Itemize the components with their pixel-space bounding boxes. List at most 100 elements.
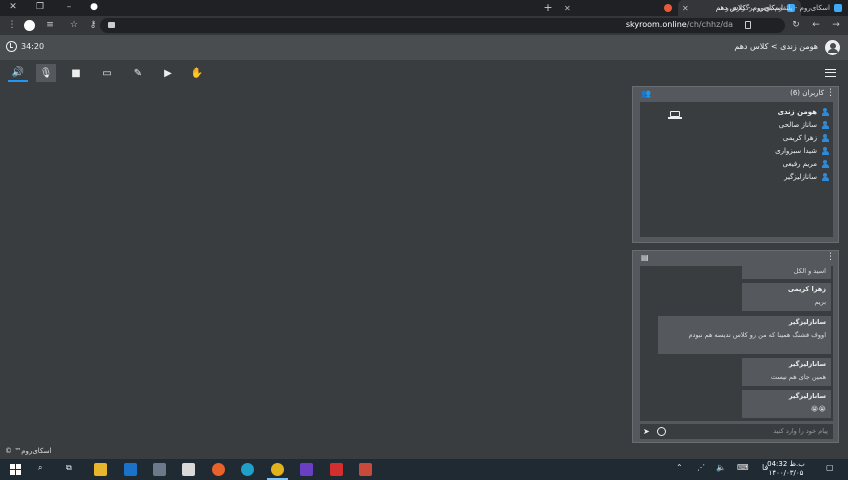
notifications-icon[interactable]: ▢: [826, 463, 834, 472]
user-name: هومن زندی: [777, 107, 817, 116]
speaker-button[interactable]: 🔊: [8, 64, 28, 82]
menu-kebab-icon[interactable]: ⋮: [6, 19, 18, 31]
camera-button[interactable]: ■: [66, 64, 86, 82]
forward-icon[interactable]: ←: [810, 19, 822, 31]
news-app-icon[interactable]: [330, 463, 343, 476]
chrome-icon[interactable]: [267, 463, 288, 480]
new-tab-button[interactable]: +: [541, 1, 555, 14]
user-avatar-icon[interactable]: [825, 40, 840, 55]
user-icon: [821, 172, 829, 181]
panel-menu-icon[interactable]: ⋮: [826, 88, 835, 98]
taskbar-time: 04:32 ب.ظ: [767, 460, 805, 468]
user-name: شیدا سبزواری: [775, 146, 817, 155]
url-text: skyroom.online/ch/chhz/da: [625, 20, 733, 29]
user-item[interactable]: شیدا سبزواری: [775, 144, 829, 157]
users-panel-header: ⋮ کاربران (6) 👥: [633, 87, 838, 101]
windows-start-icon[interactable]: [10, 464, 21, 475]
chat-icon: ▤: [641, 253, 649, 262]
chat-message: اسید و الکل: [742, 266, 831, 279]
breadcrumb: هومن زندی > کلاس دهم: [734, 42, 818, 51]
store-icon[interactable]: [182, 463, 195, 476]
edge-icon[interactable]: [241, 463, 254, 476]
message-sender: سانازلیزگیر: [788, 318, 826, 326]
tab-close-icon[interactable]: ✕: [564, 4, 571, 13]
timer-value: 34:20: [21, 42, 45, 51]
taskbar-clock[interactable]: 04:32 ب.ظ ۱۴۰۰/۰۳/۰۵: [756, 460, 816, 478]
network-icon[interactable]: ⋰: [697, 463, 705, 472]
user-icon: [821, 146, 829, 155]
key-icon[interactable]: ⚷: [87, 19, 99, 31]
minimize-window-icon[interactable]: –: [62, 1, 76, 14]
user-name: ساناز صالحی: [778, 120, 817, 129]
file-explorer-icon[interactable]: [94, 463, 107, 476]
whiteboard-pen-button[interactable]: ✎: [128, 64, 148, 82]
message-text: 😭😭: [810, 405, 826, 413]
task-view-icon[interactable]: ⧉: [66, 463, 72, 473]
mail-icon[interactable]: [124, 463, 137, 476]
screen-share-button[interactable]: ▭: [97, 64, 117, 82]
user-name: مریم رفیعی: [782, 159, 818, 168]
chat-panel: ⋮ ▤ اسید و الکل زهرا کریمی بریم سانازلیز…: [632, 250, 839, 443]
chat-message: سانازلیزگیر اووف قشنگ همینا که من رو کلا…: [658, 316, 831, 354]
calculator-icon[interactable]: [153, 463, 166, 476]
profile-avatar[interactable]: [24, 20, 35, 31]
tab-favicon-icon: [664, 4, 672, 12]
user-icon: [821, 159, 829, 168]
chat-input-placeholder: پیام خود را وارد کنید: [773, 427, 828, 435]
send-icon[interactable]: ➤: [643, 427, 650, 436]
reading-list-icon[interactable]: ≡: [44, 19, 56, 31]
user-icon: [821, 133, 829, 142]
copyright-text: اسکای‌روم™ ©: [5, 447, 52, 455]
bookmark-star-icon[interactable]: ☆: [68, 19, 80, 31]
message-sender: سانازلیزگیر: [788, 360, 826, 368]
back-icon[interactable]: →: [830, 19, 842, 31]
record-icon: ●: [90, 2, 98, 12]
keyboard-icon[interactable]: ⌨: [737, 463, 749, 472]
tab-title: اسکای‌روم - پلتفرم بومی برگزاری و...: [720, 4, 830, 12]
message-sender: زهرا کریمی: [788, 285, 826, 293]
panel-menu-icon[interactable]: ⋮: [826, 252, 835, 262]
people-icon: 👥: [641, 89, 651, 98]
chat-panel-header: ⋮ ▤: [633, 251, 838, 265]
browser-tab-1[interactable]: اسکای‌روم - پلتفرم بومی برگزاری و...: [708, 0, 848, 16]
user-name: سانازلیزگیر: [784, 172, 817, 181]
video-app-icon[interactable]: [300, 463, 313, 476]
volume-icon[interactable]: 🔈: [716, 463, 726, 472]
chat-message: سانازلیزگیر 😭😭: [742, 390, 831, 418]
browser-tab-3[interactable]: ✕: [560, 0, 678, 16]
chat-message: زهرا کریمی بریم: [742, 283, 831, 311]
url-box[interactable]: skyroom.online/ch/chhz/da: [100, 18, 785, 33]
chat-input[interactable]: ➤ پیام خود را وارد کنید: [640, 424, 833, 439]
chat-messages: اسید و الکل زهرا کریمی بریم سانازلیزگیر …: [640, 266, 833, 421]
hamburger-menu-icon[interactable]: [825, 69, 836, 77]
close-window-icon[interactable]: ✕: [6, 1, 20, 14]
user-item[interactable]: سانازلیزگیر: [784, 170, 829, 183]
user-item[interactable]: مریم رفیعی: [783, 157, 830, 170]
user-item[interactable]: ساناز صالحی: [779, 118, 829, 131]
message-text: همین جای هم نیست: [770, 373, 826, 381]
users-title: کاربران (6): [790, 89, 824, 97]
skyroom-favicon-icon: [834, 4, 842, 12]
restore-window-icon[interactable]: ❐: [33, 1, 47, 14]
session-timer: 34:20: [6, 41, 44, 52]
office-app-icon[interactable]: [359, 463, 372, 476]
clock-icon: [6, 41, 17, 52]
lock-icon[interactable]: [745, 21, 751, 29]
user-icon: [821, 107, 829, 116]
users-panel: ⋮ کاربران (6) 👥 هومن زندی ساناز صالحی زه…: [632, 86, 839, 243]
users-list: هومن زندی ساناز صالحی زهرا کریمی شیدا سب…: [640, 102, 833, 237]
tray-chevron-icon[interactable]: ⌃: [676, 463, 683, 472]
user-item[interactable]: زهرا کریمی: [783, 131, 829, 144]
search-icon[interactable]: ⌕: [38, 463, 42, 473]
reload-icon[interactable]: ↻: [790, 19, 802, 31]
mic-off-button[interactable]: 🎙: [36, 64, 56, 82]
firefox-icon[interactable]: [212, 463, 225, 476]
media-player-button[interactable]: ▶: [158, 64, 178, 82]
message-text: اووف قشنگ همینا که من رو کلاس ندیسه هم ن…: [688, 331, 827, 339]
emoji-icon[interactable]: [657, 427, 666, 436]
tab-close-icon[interactable]: ✕: [682, 4, 689, 13]
page-action-icon[interactable]: [108, 22, 115, 28]
user-item[interactable]: هومن زندی: [778, 105, 829, 118]
laptop-icon: [668, 111, 682, 119]
raise-hand-button[interactable]: ✋: [187, 64, 207, 82]
